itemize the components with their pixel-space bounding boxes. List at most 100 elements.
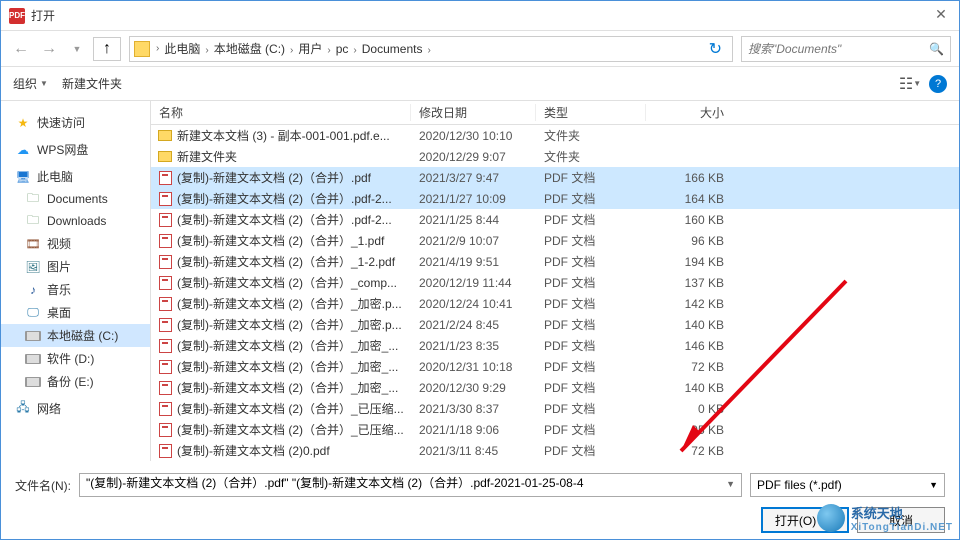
search-box[interactable]: 🔍 <box>741 36 951 62</box>
file-row[interactable]: (复制)-新建文本文档 (2)（合并）_加密.p...2020/12/24 10… <box>151 293 959 314</box>
file-date: 2021/2/24 8:45 <box>411 318 536 332</box>
chevron-right-icon[interactable]: › <box>425 45 432 56</box>
search-icon[interactable]: 🔍 <box>929 42 944 56</box>
file-row[interactable]: (复制)-新建文本文档 (2)（合并）.pdf2021/3/27 9:47PDF… <box>151 167 959 188</box>
col-size[interactable]: 大小 <box>646 104 736 121</box>
sidebar: ★ 快速访问 ☁WPS网盘 🖥 此电脑 🗀Documents🗀Downloads🎞视频🖼图… <box>1 101 151 461</box>
sidebar-item[interactable]: 🗀Documents <box>1 188 150 210</box>
folder-icon <box>134 41 150 57</box>
file-rows: 新建文本文档 (3) - 副本-001-001.pdf.e...2020/12/… <box>151 125 959 461</box>
file-row[interactable]: (复制)-新建文本文档 (2)（合并）.pdf-2...2021/1/25 8:… <box>151 209 959 230</box>
sidebar-item-label: 快速访问 <box>37 114 85 131</box>
refresh-icon[interactable]: ↻ <box>703 39 728 59</box>
file-size: 96 KB <box>646 234 736 248</box>
sidebar-item-label: 此电脑 <box>37 168 73 185</box>
back-icon[interactable]: ← <box>9 37 33 61</box>
chevron-right-icon[interactable]: › <box>325 45 332 56</box>
file-type: PDF 文档 <box>536 274 646 291</box>
file-row[interactable]: 新建文件夹2020/12/29 9:07文件夹 <box>151 146 959 167</box>
chevron-down-icon[interactable]: ▼ <box>726 474 735 489</box>
sidebar-item[interactable]: 🖧网络 <box>1 397 150 420</box>
star-icon: ★ <box>15 115 31 131</box>
file-type: PDF 文档 <box>536 337 646 354</box>
sidebar-item-label: 视频 <box>47 235 71 252</box>
file-size: 72 KB <box>646 444 736 458</box>
file-name: (复制)-新建文本文档 (2)（合并）.pdf <box>177 169 411 186</box>
music-icon: ♪ <box>25 282 41 298</box>
file-type: PDF 文档 <box>536 190 646 207</box>
sidebar-item[interactable]: 软件 (D:) <box>1 347 150 370</box>
file-size: 0 KB <box>646 402 736 416</box>
file-size: 166 KB <box>646 171 736 185</box>
folder-icon <box>157 149 173 165</box>
organize-menu[interactable]: 组织▼ <box>13 75 48 92</box>
file-name: (复制)-新建文本文档 (2)0.pdf <box>177 442 411 459</box>
bottom-panel: 文件名(N): "(复制)-新建文本文档 (2)（合并）.pdf" "(复制)-… <box>1 461 959 545</box>
sidebar-item[interactable]: 🗀Downloads <box>1 210 150 232</box>
file-date: 2021/1/23 8:35 <box>411 339 536 353</box>
file-row[interactable]: (复制)-新建文本文档 (2)（合并）.pdf-2...2021/1/27 10… <box>151 188 959 209</box>
titlebar: PDF 打开 ✕ <box>1 1 959 31</box>
sidebar-item-label: 图片 <box>47 258 71 275</box>
breadcrumb-segment[interactable]: 用户 <box>295 42 325 56</box>
file-name: (复制)-新建文本文档 (2)（合并）_已压缩... <box>177 421 411 438</box>
pdf-icon <box>157 191 173 207</box>
file-row[interactable]: (复制)-新建文本文档 (2)（合并）_已压缩...2021/3/30 8:37… <box>151 398 959 419</box>
filetype-select[interactable]: PDF files (*.pdf)▼ <box>750 473 945 497</box>
col-type[interactable]: 类型 <box>536 104 646 121</box>
sidebar-item-label: Documents <box>47 192 108 206</box>
file-size: 160 KB <box>646 213 736 227</box>
filename-input[interactable]: "(复制)-新建文本文档 (2)（合并）.pdf" "(复制)-新建文本文档 (… <box>79 473 742 497</box>
file-row[interactable]: (复制)-新建文本文档 (2)（合并）_加密_...2020/12/30 9:2… <box>151 377 959 398</box>
sidebar-item[interactable]: 备份 (E:) <box>1 370 150 393</box>
file-date: 2021/4/19 9:51 <box>411 255 536 269</box>
breadcrumb-segment[interactable]: Documents <box>359 42 426 56</box>
watermark-text: 系统天地 <box>851 506 903 521</box>
view-options-icon[interactable]: ☷ ▼ <box>901 75 919 93</box>
file-row[interactable]: (复制)-新建文本文档 (2)（合并）_1-2.pdf2021/4/19 9:5… <box>151 251 959 272</box>
close-icon[interactable]: ✕ <box>931 6 951 26</box>
file-row[interactable]: (复制)-新建文本文档 (2)（合并）_已压缩...2021/1/18 9:06… <box>151 419 959 440</box>
sidebar-item[interactable]: 🖵桌面 <box>1 301 150 324</box>
breadcrumb[interactable]: › 此电脑›本地磁盘 (C:)›用户›pc›Documents› ↻ <box>129 36 733 62</box>
chevron-right-icon[interactable]: › <box>351 45 358 56</box>
chevron-right-icon[interactable]: › <box>203 45 210 56</box>
file-row[interactable]: (复制)-新建文本文档 (2)（合并）_加密_...2021/1/23 8:35… <box>151 335 959 356</box>
file-row[interactable]: (复制)-新建文本文档 (2)0.pdf2021/3/11 8:45PDF 文档… <box>151 440 959 461</box>
col-date[interactable]: 修改日期 <box>411 104 536 121</box>
pdf-icon <box>157 296 173 312</box>
chevron-down-icon: ▼ <box>40 79 48 88</box>
sidebar-item-label: Downloads <box>47 214 106 228</box>
file-row[interactable]: (复制)-新建文本文档 (2)（合并）_comp...2020/12/19 11… <box>151 272 959 293</box>
up-icon[interactable]: ↑ <box>93 37 121 61</box>
search-input[interactable] <box>748 42 929 56</box>
sidebar-item-label: 本地磁盘 (C:) <box>47 327 118 344</box>
file-row[interactable]: (复制)-新建文本文档 (2)（合并）_加密_...2020/12/31 10:… <box>151 356 959 377</box>
file-date: 2021/2/9 10:07 <box>411 234 536 248</box>
pdf-icon <box>157 401 173 417</box>
breadcrumb-segment[interactable]: 本地磁盘 (C:) <box>211 42 288 56</box>
file-type: PDF 文档 <box>536 316 646 333</box>
col-name[interactable]: 名称 <box>151 104 411 121</box>
file-type: PDF 文档 <box>536 232 646 249</box>
file-row[interactable]: 新建文本文档 (3) - 副本-001-001.pdf.e...2020/12/… <box>151 125 959 146</box>
recent-dropdown-icon[interactable]: ▼ <box>65 37 89 61</box>
sidebar-item[interactable]: 🎞视频 <box>1 232 150 255</box>
help-icon[interactable]: ? <box>929 75 947 93</box>
file-row[interactable]: (复制)-新建文本文档 (2)（合并）_1.pdf2021/2/9 10:07P… <box>151 230 959 251</box>
pdf-icon <box>157 422 173 438</box>
sidebar-item[interactable]: 🖼图片 <box>1 255 150 278</box>
sidebar-item[interactable]: ♪音乐 <box>1 278 150 301</box>
file-row[interactable]: (复制)-新建文本文档 (2)（合并）_加密.p...2021/2/24 8:4… <box>151 314 959 335</box>
file-size: 194 KB <box>646 255 736 269</box>
pc-icon: 🖥 <box>15 169 31 185</box>
chevron-right-icon[interactable]: › <box>154 43 161 54</box>
breadcrumb-segment[interactable]: pc <box>333 42 352 56</box>
sidebar-item[interactable]: ★ 快速访问 <box>1 111 150 134</box>
sidebar-item[interactable]: ☁WPS网盘 <box>1 138 150 161</box>
new-folder-button[interactable]: 新建文件夹 <box>62 75 122 92</box>
file-size: 95 KB <box>646 423 736 437</box>
sidebar-item[interactable]: 本地磁盘 (C:) <box>1 324 150 347</box>
breadcrumb-segment[interactable]: 此电脑 <box>161 42 203 56</box>
sidebar-item[interactable]: 🖥 此电脑 <box>1 165 150 188</box>
